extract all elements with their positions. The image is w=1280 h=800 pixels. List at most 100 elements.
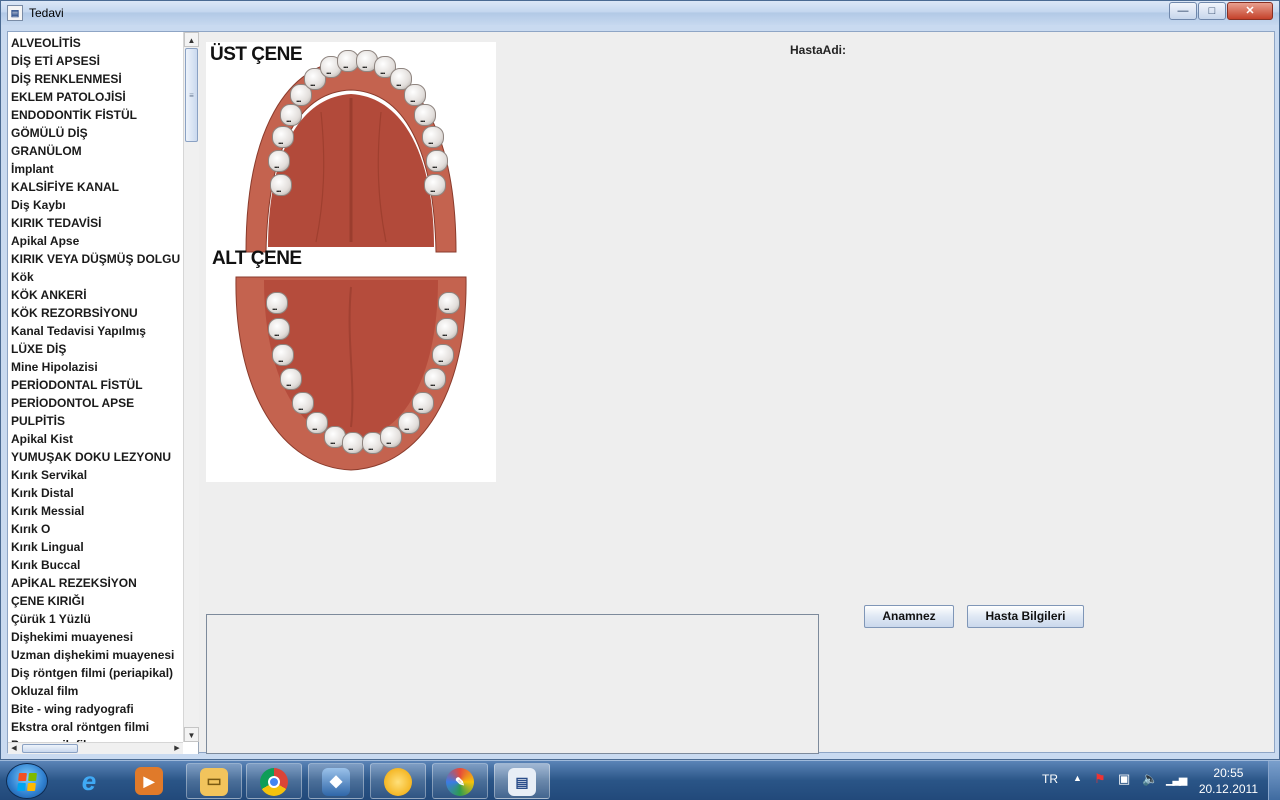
list-item[interactable]: Bite - wing radyografi bbox=[11, 700, 181, 718]
tooth-mark[interactable]: ... bbox=[330, 436, 335, 446]
tooth-mark[interactable]: ... bbox=[442, 328, 447, 338]
lower-tooth[interactable] bbox=[398, 412, 420, 434]
list-item[interactable]: DİŞ RENKLENMESİ bbox=[11, 70, 181, 88]
virtualbox-icon[interactable]: ◆ bbox=[308, 763, 364, 799]
tooth-mark[interactable]: ... bbox=[310, 78, 315, 88]
tooth-mark[interactable]: ... bbox=[444, 302, 449, 312]
lower-tooth[interactable] bbox=[432, 344, 454, 366]
tooth-mark[interactable]: ... bbox=[274, 160, 279, 170]
tooth-mark[interactable]: ... bbox=[326, 66, 331, 76]
tooth-mark[interactable]: ... bbox=[438, 354, 443, 364]
action-center-flag-icon[interactable]: ⚑ bbox=[1094, 771, 1106, 800]
list-item[interactable]: KÖK ANKERİ bbox=[11, 286, 181, 304]
volume-icon[interactable]: 🔈 bbox=[1142, 771, 1158, 800]
device-icon[interactable]: ▣ bbox=[1118, 771, 1130, 800]
horizontal-scroll-thumb[interactable] bbox=[22, 744, 78, 753]
list-item[interactable]: Kırık O bbox=[11, 520, 181, 538]
vertical-scrollbar[interactable]: ▲ ≡ ▼ bbox=[183, 32, 199, 742]
file-explorer-icon[interactable]: ▭ bbox=[186, 763, 242, 799]
lower-tooth[interactable] bbox=[266, 292, 288, 314]
tooth-mark[interactable]: ... bbox=[298, 402, 303, 412]
show-desktop-button[interactable] bbox=[1268, 761, 1280, 800]
list-item[interactable]: Diş Kaybı bbox=[11, 196, 181, 214]
upper-tooth[interactable] bbox=[424, 174, 446, 196]
upper-tooth[interactable] bbox=[404, 84, 426, 106]
list-item[interactable]: Kırık Lingual bbox=[11, 538, 181, 556]
list-item[interactable]: PERİODONTOL APSE bbox=[11, 394, 181, 412]
upper-tooth[interactable] bbox=[414, 104, 436, 126]
list-item[interactable]: Çürük 1 Yüzlü bbox=[11, 610, 181, 628]
anamnez-button[interactable]: Anamnez bbox=[864, 605, 954, 628]
minimize-button[interactable]: — bbox=[1169, 2, 1197, 20]
list-item[interactable]: GRANÜLOM bbox=[11, 142, 181, 160]
list-item[interactable]: Apikal Apse bbox=[11, 232, 181, 250]
tooth-mark[interactable]: ... bbox=[286, 114, 291, 124]
list-item[interactable]: GÖMÜLÜ DİŞ bbox=[11, 124, 181, 142]
list-item[interactable]: ENDODONTİK FİSTÜL bbox=[11, 106, 181, 124]
tooth-mark[interactable]: ... bbox=[276, 184, 281, 194]
title-bar[interactable]: ▤ Tedavi — □ ✕ bbox=[1, 1, 1279, 25]
tooth-mark[interactable]: ... bbox=[432, 160, 437, 170]
lower-tooth[interactable] bbox=[342, 432, 364, 454]
scroll-left-icon[interactable]: ◀ bbox=[8, 743, 20, 754]
scroll-right-icon[interactable]: ▶ bbox=[171, 743, 183, 754]
list-item[interactable]: PULPİTİS bbox=[11, 412, 181, 430]
paint-icon[interactable]: ✎ bbox=[432, 763, 488, 799]
ie-icon[interactable]: e bbox=[62, 763, 118, 799]
lower-tooth[interactable] bbox=[424, 368, 446, 390]
list-item[interactable]: DİŞ ETİ APSESİ bbox=[11, 52, 181, 70]
notes-textarea[interactable] bbox=[206, 614, 819, 754]
list-item[interactable]: PERİODONTAL FİSTÜL bbox=[11, 376, 181, 394]
upper-tooth[interactable] bbox=[422, 126, 444, 148]
tooth-mark[interactable]: ... bbox=[420, 114, 425, 124]
close-button[interactable]: ✕ bbox=[1227, 2, 1273, 20]
tooth-mark[interactable]: ... bbox=[278, 354, 283, 364]
tooth-mark[interactable]: ... bbox=[348, 442, 353, 452]
lower-tooth[interactable] bbox=[292, 392, 314, 414]
tooth-mark[interactable]: ... bbox=[296, 94, 301, 104]
list-item[interactable]: İmplant bbox=[11, 160, 181, 178]
upper-tooth[interactable] bbox=[280, 104, 302, 126]
tooth-mark[interactable]: ... bbox=[396, 78, 401, 88]
list-item[interactable]: KÖK REZORBSİYONU bbox=[11, 304, 181, 322]
diagnosis-list[interactable]: ALVEOLİTİS DİŞ ETİ APSESİ DİŞ RENKLENMESİ E… bbox=[11, 34, 181, 742]
dental-chart[interactable]: ÜST ÇENE ALT ÇENE ......................… bbox=[206, 42, 496, 482]
list-item[interactable]: Kanal Tedavisi Yapılmış bbox=[11, 322, 181, 340]
list-item[interactable]: Kırık Messial bbox=[11, 502, 181, 520]
upper-tooth[interactable] bbox=[426, 150, 448, 172]
media-player-icon[interactable]: ▶ bbox=[122, 763, 178, 799]
list-item[interactable]: LÜXE DİŞ bbox=[11, 340, 181, 358]
list-item[interactable]: EKLEM PATOLOJİSİ bbox=[11, 88, 181, 106]
list-item[interactable]: Kırık Buccal bbox=[11, 556, 181, 574]
app-form-icon[interactable]: ▤ bbox=[7, 5, 23, 21]
chrome-icon[interactable] bbox=[246, 763, 302, 799]
list-item[interactable]: Mine Hipolazisi bbox=[11, 358, 181, 376]
list-item[interactable]: KIRIK VEYA DÜŞMÜŞ DOLGU bbox=[11, 250, 181, 268]
list-item[interactable]: KALSİFİYE KANAL bbox=[11, 178, 181, 196]
tooth-mark[interactable]: ... bbox=[368, 442, 373, 452]
tooth-mark[interactable]: ... bbox=[430, 378, 435, 388]
show-hidden-icons-icon[interactable]: ▲ bbox=[1073, 773, 1082, 800]
lower-tooth[interactable] bbox=[272, 344, 294, 366]
app-orange-icon[interactable] bbox=[370, 763, 426, 799]
tooth-mark[interactable]: ... bbox=[312, 422, 317, 432]
list-item[interactable]: ALVEOLİTİS bbox=[11, 34, 181, 52]
tooth-mark[interactable]: ... bbox=[404, 422, 409, 432]
start-button[interactable] bbox=[6, 763, 48, 799]
tooth-mark[interactable]: ... bbox=[418, 402, 423, 412]
upper-tooth[interactable] bbox=[270, 174, 292, 196]
lower-tooth[interactable] bbox=[280, 368, 302, 390]
upper-tooth[interactable] bbox=[268, 150, 290, 172]
scroll-thumb[interactable]: ≡ bbox=[185, 48, 198, 142]
clock[interactable]: 20:55 20.12.2011 bbox=[1199, 765, 1258, 797]
horizontal-scrollbar[interactable]: ◀ ▶ bbox=[8, 742, 183, 754]
list-item[interactable]: Diş röntgen filmi (periapikal) bbox=[11, 664, 181, 682]
tooth-mark[interactable]: ... bbox=[380, 66, 385, 76]
scroll-down-icon[interactable]: ▼ bbox=[184, 727, 199, 742]
list-item[interactable]: Uzman dişhekimi muayenesi bbox=[11, 646, 181, 664]
tedavi-app-icon[interactable]: ▤ bbox=[494, 763, 550, 799]
tooth-mark[interactable]: ... bbox=[343, 60, 348, 70]
list-item[interactable]: ÇENE KIRIĞI bbox=[11, 592, 181, 610]
list-item[interactable]: Apikal Kist bbox=[11, 430, 181, 448]
tooth-mark[interactable]: ... bbox=[362, 60, 367, 70]
